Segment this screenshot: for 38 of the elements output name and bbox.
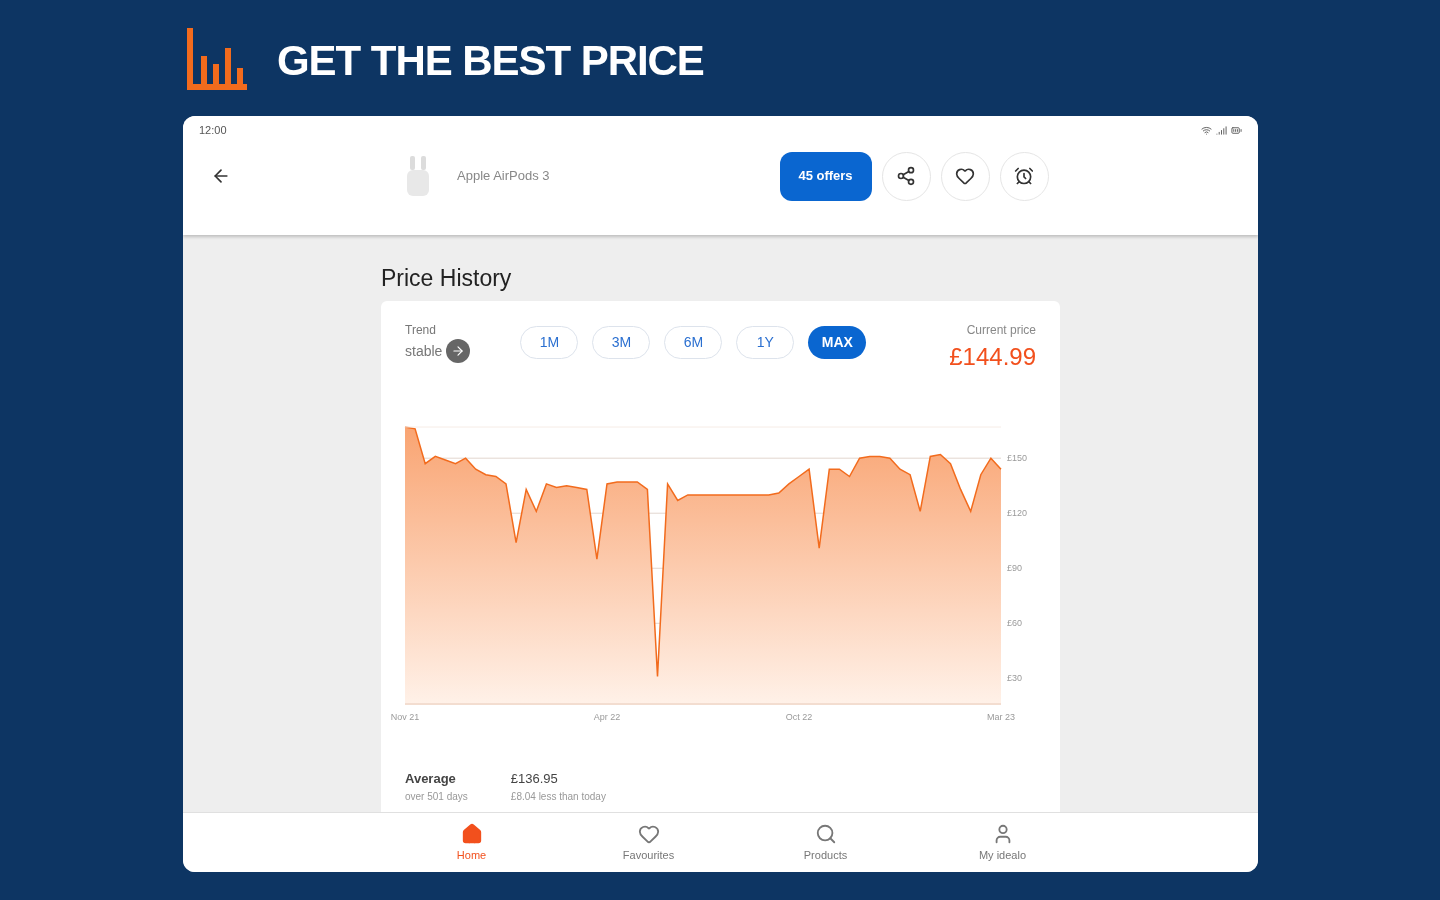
- nav-item[interactable]: Products: [737, 813, 914, 872]
- share-icon: [896, 166, 916, 186]
- home-icon: [460, 823, 483, 845]
- x-tick-label: Apr 22: [593, 712, 621, 722]
- section-title: Price History: [381, 264, 513, 293]
- nav-item[interactable]: Home: [383, 813, 560, 872]
- current-price-label: Current price: [966, 322, 1036, 339]
- average-label: Average: [405, 770, 457, 788]
- trend-label: Trend: [405, 322, 437, 339]
- y-tick-label: £30: [1007, 673, 1023, 684]
- arrow-right-icon: [446, 339, 471, 363]
- x-tick-label: Oct 22: [785, 712, 813, 722]
- current-price: £144.99: [949, 342, 1036, 372]
- trend-value: stable: [405, 341, 443, 361]
- battery-icon: [1231, 124, 1242, 136]
- y-tick-label: £60: [1007, 618, 1023, 629]
- y-tick-label: £150: [1007, 453, 1028, 464]
- range-tab[interactable]: MAX: [808, 326, 867, 359]
- average-price: £136.95: [510, 770, 559, 788]
- signal-icon: [1216, 124, 1227, 136]
- bar-chart-icon: [185, 28, 249, 92]
- heart-icon: [637, 823, 660, 845]
- status-time: 12:00: [199, 122, 227, 138]
- offers-button[interactable]: 45 offers: [779, 151, 872, 201]
- wifi-icon: [1201, 124, 1212, 136]
- heart-icon: [955, 166, 975, 186]
- y-tick-label: £90: [1007, 563, 1023, 574]
- alarm-clock-icon: [1014, 166, 1034, 186]
- average-difference: £8.04 less than today: [510, 789, 606, 804]
- average-period: over 501 days: [405, 789, 468, 804]
- headline: GET THE BEST PRICE: [277, 35, 704, 86]
- nav-item[interactable]: Favourites: [560, 813, 737, 872]
- x-tick-label: Nov 21: [390, 712, 420, 722]
- nav-item[interactable]: My idealo: [914, 813, 1091, 872]
- search-icon: [814, 823, 837, 845]
- product-name: Apple AirPods 3: [457, 167, 550, 186]
- x-tick-label: Mar 23: [987, 712, 1015, 722]
- y-tick-label: £120: [1007, 508, 1028, 519]
